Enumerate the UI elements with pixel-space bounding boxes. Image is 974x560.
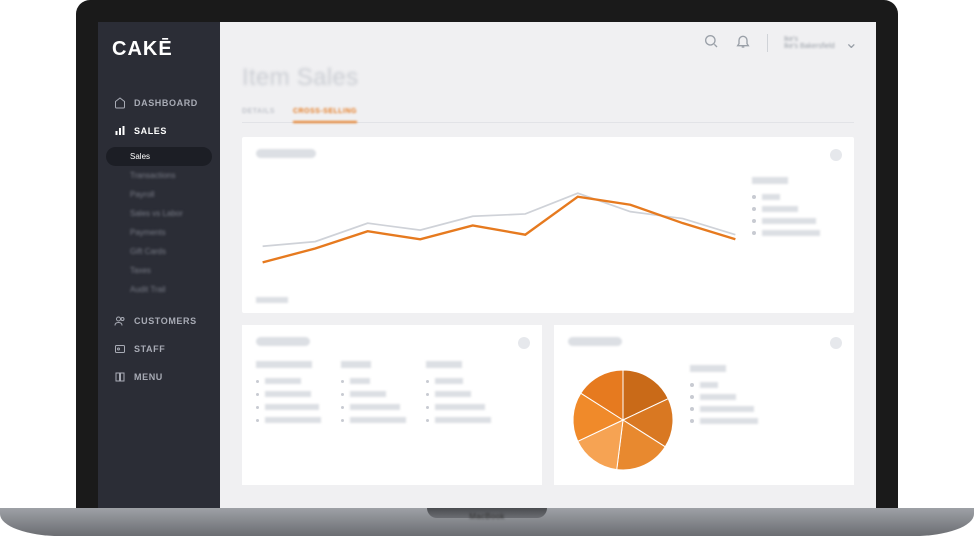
legend-item <box>690 406 778 412</box>
sub-item-payroll[interactable]: Payroll <box>98 185 220 204</box>
legend-item <box>690 394 778 400</box>
card-title <box>256 149 316 158</box>
brand-logo: CAKĒ <box>98 22 220 89</box>
table-card <box>242 325 542 485</box>
sub-item-payments[interactable]: Payments <box>98 223 220 242</box>
sidebar-item-label: SALES <box>134 126 167 136</box>
pie-chart <box>568 365 678 475</box>
card-title <box>256 337 310 346</box>
sidebar-item-sales[interactable]: SALES <box>98 117 220 145</box>
tab-details[interactable]: DETAILS <box>242 102 275 122</box>
users-icon <box>114 315 126 327</box>
home-icon <box>114 97 126 109</box>
legend-item <box>752 206 840 212</box>
sub-item-audit-trail[interactable]: Audit Trail <box>98 280 220 299</box>
account-line2: Ike's Bakersfield <box>784 43 835 50</box>
table-column <box>341 361 406 430</box>
search-icon[interactable] <box>703 33 719 54</box>
pie-legend <box>690 361 778 430</box>
legend-item <box>752 230 840 236</box>
tabs: DETAILS CROSS-SELLING <box>242 102 854 123</box>
account-line1: Ike's <box>784 36 835 43</box>
topbar: Ike's Ike's Bakersfield ⌄ <box>220 22 876 64</box>
sub-item-sales-vs-labor[interactable]: Sales vs Labor <box>98 204 220 223</box>
main: Ike's Ike's Bakersfield ⌄ Item Sales DET… <box>220 22 876 508</box>
axis-label <box>256 297 288 303</box>
legend-title <box>690 365 726 372</box>
screen-bezel: CAKĒ DASHBOARD SALES Sales Transactions <box>76 0 898 508</box>
table-column <box>426 361 491 430</box>
sub-item-transactions[interactable]: Transactions <box>98 166 220 185</box>
row-2 <box>242 325 854 485</box>
legend-item <box>752 194 840 200</box>
card-menu-icon[interactable] <box>830 337 842 349</box>
book-icon <box>114 371 126 383</box>
sales-subitems: Sales Transactions Payroll Sales vs Labo… <box>98 145 220 307</box>
card-title <box>568 337 622 346</box>
legend-item <box>690 418 778 424</box>
line-chart <box>256 173 742 301</box>
pie-card <box>554 325 854 485</box>
sidebar-item-staff[interactable]: STAFF <box>98 335 220 363</box>
sidebar-item-label: STAFF <box>134 344 165 354</box>
sidebar-item-dashboard[interactable]: DASHBOARD <box>98 89 220 117</box>
sidebar: CAKĒ DASHBOARD SALES Sales Transactions <box>98 22 220 508</box>
content <box>220 123 876 508</box>
separator <box>767 34 768 52</box>
bar-chart-icon <box>114 125 126 137</box>
line-chart-card <box>242 137 854 313</box>
line-chart-legend <box>752 173 840 301</box>
legend-title <box>752 177 788 184</box>
screen: CAKĒ DASHBOARD SALES Sales Transactions <box>98 22 876 508</box>
laptop-brand: MacBook <box>469 512 504 521</box>
sidebar-item-menu[interactable]: MENU <box>98 363 220 391</box>
sidebar-item-customers[interactable]: CUSTOMERS <box>98 307 220 335</box>
tab-cross-selling[interactable]: CROSS-SELLING <box>293 102 357 123</box>
chevron-down-icon: ⌄ <box>845 33 858 53</box>
card-menu-icon[interactable] <box>518 337 530 349</box>
table-column <box>256 361 321 430</box>
sidebar-item-label: MENU <box>134 372 163 382</box>
id-icon <box>114 343 126 355</box>
sub-item-gift-cards[interactable]: Gift Cards <box>98 242 220 261</box>
card-menu-icon[interactable] <box>830 149 842 161</box>
table-columns <box>256 361 528 430</box>
sub-item-taxes[interactable]: Taxes <box>98 261 220 280</box>
sidebar-item-label: DASHBOARD <box>134 98 198 108</box>
page-title: Item Sales <box>242 64 854 92</box>
sidebar-item-label: CUSTOMERS <box>134 316 197 326</box>
legend-item <box>752 218 840 224</box>
bell-icon[interactable] <box>735 33 751 54</box>
account-dropdown[interactable]: Ike's Ike's Bakersfield ⌄ <box>784 33 858 53</box>
legend-item <box>690 382 778 388</box>
laptop-frame: CAKĒ DASHBOARD SALES Sales Transactions <box>0 0 974 560</box>
page-head: Item Sales DETAILS CROSS-SELLING <box>220 64 876 123</box>
sub-item-sales[interactable]: Sales <box>106 147 212 166</box>
